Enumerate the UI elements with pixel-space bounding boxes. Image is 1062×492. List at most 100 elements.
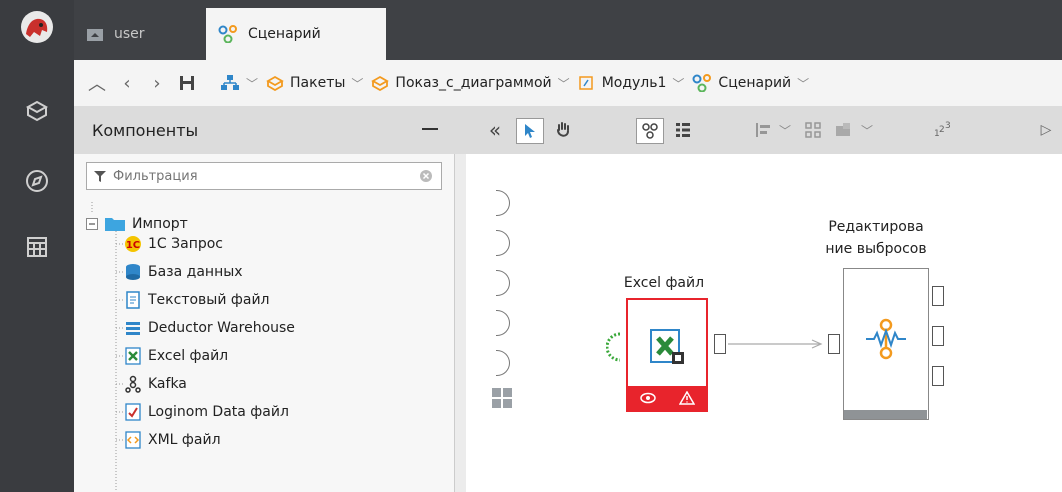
- minimize-icon[interactable]: [422, 128, 438, 130]
- breadcrumb-label: Сценарий: [718, 75, 792, 91]
- clear-icon[interactable]: [419, 169, 433, 183]
- run-icon[interactable]: ▷: [1036, 118, 1056, 142]
- tree-item-label: Excel файл: [148, 348, 229, 364]
- tree-item[interactable]: XML файл: [124, 426, 221, 454]
- tree-item-label: Loginom Data файл: [148, 404, 289, 420]
- tree-item-label: Текстовый файл: [148, 292, 270, 308]
- 1c-icon: 1С: [125, 236, 141, 252]
- input-port[interactable]: [496, 350, 510, 376]
- node-label: Редактирова ние выбросов: [806, 216, 946, 260]
- tree-item[interactable]: База данных: [124, 258, 243, 286]
- group-icon[interactable]: [800, 118, 826, 142]
- svg-text:3: 3: [945, 121, 951, 131]
- tree-item-label: Deductor Warehouse: [148, 320, 295, 336]
- package-icon: [371, 75, 390, 91]
- panel-title: Компоненты: [92, 120, 199, 140]
- input-port[interactable]: [496, 310, 510, 336]
- grid-icon[interactable]: [492, 388, 514, 410]
- tree-guides: [91, 202, 124, 490]
- node-label-line: ние выбросов: [825, 241, 927, 257]
- output-port[interactable]: [932, 366, 944, 386]
- tree-item[interactable]: 1С 1С Запрос: [124, 230, 223, 258]
- node-view-icon[interactable]: [636, 118, 664, 144]
- tree-item[interactable]: Текстовый файл: [124, 286, 270, 314]
- node-status-bar: [628, 386, 706, 410]
- tab-user[interactable]: user: [74, 8, 204, 60]
- chevron-down-icon[interactable]: ﹀: [351, 75, 363, 92]
- input-port[interactable]: [496, 230, 510, 256]
- excel-file-node[interactable]: [626, 298, 708, 412]
- tree-item[interactable]: Excel файл: [124, 342, 228, 370]
- filter-icon: [94, 171, 106, 182]
- tree-item[interactable]: Loginom Data файл: [124, 398, 289, 426]
- collapse-icon[interactable]: [86, 218, 98, 230]
- filter-input[interactable]: [111, 167, 415, 185]
- tree-item-label: Kafka: [148, 376, 187, 392]
- output-port[interactable]: [714, 334, 726, 354]
- node-label-line: Редактирова: [828, 219, 924, 235]
- components-panel: Компоненты Импорт 1С 1С Запрос База данн…: [74, 106, 455, 492]
- package-icon: [266, 75, 284, 91]
- module-icon: [578, 76, 593, 90]
- tree-item[interactable]: Deductor Warehouse: [124, 314, 295, 342]
- back-icon[interactable]: ‹: [112, 68, 142, 98]
- chevron-down-icon[interactable]: ﹀: [854, 118, 880, 142]
- eye-icon[interactable]: [639, 392, 656, 404]
- tree-item-label: 1С Запрос: [148, 236, 223, 252]
- filter-field[interactable]: [86, 162, 442, 190]
- output-port[interactable]: [932, 286, 944, 306]
- pan-tool-icon[interactable]: [550, 118, 576, 142]
- breadcrumb-structure[interactable]: ﹀: [220, 74, 258, 92]
- connection-line[interactable]: [728, 334, 828, 354]
- svg-text:2: 2: [939, 125, 945, 135]
- breadcrumb-package[interactable]: Показ_с_диаграммой ﹀: [371, 75, 570, 92]
- loginom-data-icon: [125, 403, 141, 421]
- tab-label: user: [114, 26, 145, 42]
- user-avatar[interactable]: [18, 8, 56, 46]
- numbering-icon[interactable]: 123: [930, 118, 956, 142]
- chevron-down-icon[interactable]: ﹀: [772, 118, 798, 142]
- list-view-icon[interactable]: [670, 118, 696, 142]
- warning-icon[interactable]: [678, 391, 695, 405]
- node-status-bar: [844, 410, 927, 419]
- packages-icon[interactable]: [18, 92, 56, 130]
- database-icon: [126, 264, 140, 280]
- breadcrumb-label: Пакеты: [290, 75, 346, 91]
- save-icon[interactable]: [172, 68, 202, 98]
- chevron-down-icon[interactable]: ﹀: [246, 75, 258, 92]
- input-port[interactable]: [496, 270, 510, 296]
- breadcrumb-scenario[interactable]: Сценарий ﹀: [692, 74, 809, 92]
- chevron-up-icon[interactable]: ︿: [82, 68, 112, 98]
- warehouse-icon: [126, 322, 140, 335]
- tab-scenario[interactable]: Сценарий: [206, 8, 386, 60]
- input-port[interactable]: [496, 190, 510, 216]
- scenario-icon: [218, 25, 237, 43]
- outlier-edit-icon: [866, 318, 906, 360]
- pointer-tool-icon[interactable]: [516, 118, 544, 144]
- svg-text:1С: 1С: [126, 240, 140, 251]
- text-file-icon: [126, 291, 140, 309]
- tree-item[interactable]: Kafka: [124, 370, 187, 398]
- chevron-down-icon[interactable]: ﹀: [558, 75, 570, 92]
- tree-item-label: XML файл: [148, 432, 221, 448]
- outlier-editing-node[interactable]: [843, 268, 929, 420]
- output-port[interactable]: [932, 326, 944, 346]
- scenario-icon: [692, 74, 712, 92]
- compass-icon[interactable]: [18, 162, 56, 200]
- home-icon: [87, 29, 103, 41]
- chevron-down-icon[interactable]: ﹀: [797, 75, 809, 92]
- structure-icon: [221, 75, 239, 90]
- tab-bar: user Сценарий: [74, 0, 1062, 60]
- calendar-grid-icon[interactable]: [18, 228, 56, 266]
- forward-icon[interactable]: ›: [142, 68, 172, 98]
- chevron-down-icon[interactable]: ﹀: [672, 75, 684, 92]
- breadcrumb-module[interactable]: Модуль1 ﹀: [578, 75, 684, 92]
- input-port[interactable]: [828, 334, 840, 354]
- scenario-canvas[interactable]: Excel файл Редактирова ние выбросов: [466, 154, 1062, 492]
- tree-item-label: База данных: [148, 264, 243, 280]
- folder-icon: [105, 218, 125, 231]
- layer-icon[interactable]: [830, 118, 856, 142]
- kafka-icon: [125, 375, 141, 393]
- breadcrumb-packages[interactable]: Пакеты ﹀: [266, 75, 363, 92]
- collapse-panel-icon[interactable]: «: [482, 118, 508, 142]
